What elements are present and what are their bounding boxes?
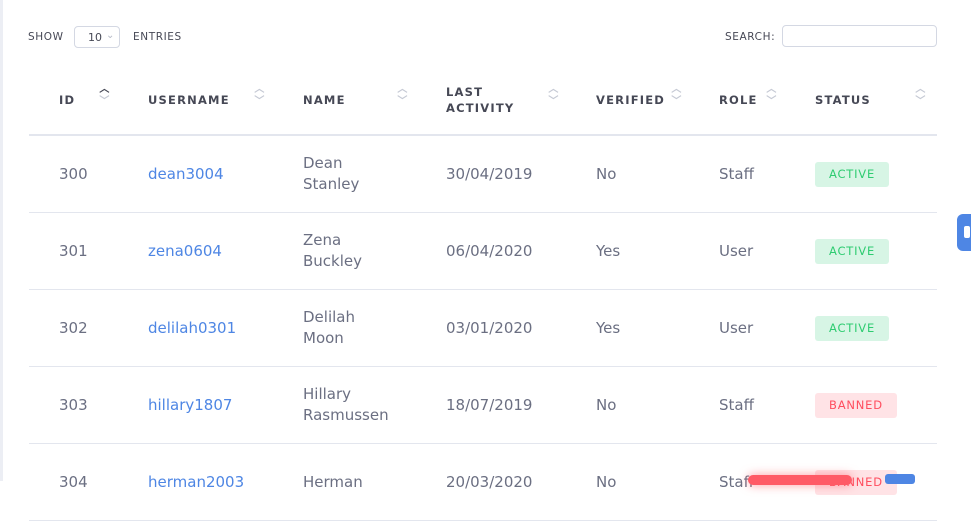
page-size-value: 10 xyxy=(88,31,102,44)
sort-icon: ︿ ﹀ xyxy=(254,84,266,107)
cell-name: Hillary Rasmussen xyxy=(273,366,416,444)
page-size-select[interactable]: 10 ⌄ xyxy=(74,26,120,48)
cell-status: ACTIVE xyxy=(785,212,937,290)
cell-verified: Yes xyxy=(566,289,689,367)
username-link[interactable]: herman2003 xyxy=(118,443,273,521)
sort-icon: ︿ ﹀ xyxy=(99,84,111,107)
cell-verified: No xyxy=(566,135,689,213)
column-header-username[interactable]: USERNAME ︿ ﹀ xyxy=(118,66,273,136)
username-link[interactable]: hillary1807 xyxy=(118,366,273,444)
table-row: 300 dean3004 Dean Stanley 30/04/2019 No S… xyxy=(29,135,937,213)
cell-id: 301 xyxy=(29,212,118,290)
column-label: ID xyxy=(59,93,76,107)
first-name: Herman xyxy=(303,472,363,491)
first-name: Hillary xyxy=(303,385,352,403)
cell-id: 304 xyxy=(29,443,118,521)
column-label: USERNAME xyxy=(148,93,230,107)
table-row: 302 delilah0301 Delilah Moon 03/01/2020 Y… xyxy=(29,289,937,367)
settings-icon xyxy=(964,226,970,238)
column-label: ROLE xyxy=(719,93,758,107)
cell-status: ACTIVE xyxy=(785,135,937,213)
column-label: STATUS xyxy=(815,93,871,107)
cell-name: Herman xyxy=(273,443,416,521)
search-input[interactable] xyxy=(782,25,937,47)
column-header-last-activity[interactable]: LAST ACTIVITY ︿ ﹀ xyxy=(416,66,566,136)
table-controls: SHOW 10 ⌄ ENTRIES SEARCH: xyxy=(28,25,937,50)
sort-icon: ︿ ﹀ xyxy=(915,84,927,107)
cell-name: Zena Buckley xyxy=(273,212,416,290)
first-name: Dean xyxy=(303,154,343,172)
cell-id: 302 xyxy=(29,289,118,367)
username-link[interactable]: zena0604 xyxy=(118,212,273,290)
last-name: Stanley xyxy=(303,175,360,193)
first-name: Zena xyxy=(303,231,342,249)
last-name: Buckley xyxy=(303,252,363,270)
sort-icon: ︿ ﹀ xyxy=(397,84,409,107)
first-name: Delilah xyxy=(303,308,355,326)
username-link[interactable]: delilah0301 xyxy=(118,289,273,367)
column-label-line1: LAST xyxy=(446,85,484,99)
cell-role: User xyxy=(689,212,785,290)
last-name: Moon xyxy=(303,329,344,347)
cell-last-activity: 03/01/2020 xyxy=(416,289,566,367)
column-label: VERIFIED xyxy=(596,93,666,107)
column-header-id[interactable]: ID ︿ ﹀ xyxy=(29,66,118,136)
cell-verified: No xyxy=(566,366,689,444)
cell-verified: Yes xyxy=(566,212,689,290)
cell-role: Staff xyxy=(689,135,785,213)
sort-icon: ︿ ﹀ xyxy=(671,84,683,107)
floating-action-button[interactable] xyxy=(885,474,915,484)
cell-last-activity: 06/04/2020 xyxy=(416,212,566,290)
chevron-down-icon: ⌄ xyxy=(106,30,115,41)
cell-status: ACTIVE xyxy=(785,289,937,367)
username-link[interactable]: dean3004 xyxy=(118,135,273,213)
cell-status: BANNED xyxy=(785,366,937,444)
cell-name: Dean Stanley xyxy=(273,135,416,213)
cell-id: 303 xyxy=(29,366,118,444)
side-panel-toggle[interactable] xyxy=(957,214,971,251)
status-badge: BANNED xyxy=(815,392,897,418)
last-name: Rasmussen xyxy=(303,406,389,424)
sort-icon: ︿ ﹀ xyxy=(548,84,560,107)
status-badge: ACTIVE xyxy=(815,315,890,341)
search-label: SEARCH: xyxy=(725,31,776,43)
page-left-border xyxy=(0,0,3,481)
column-header-status[interactable]: STATUS ︿ ﹀ xyxy=(785,66,937,136)
column-header-verified[interactable]: VERIFIED ︿ ﹀ xyxy=(566,66,689,136)
column-header-role[interactable]: ROLE ︿ ﹀ xyxy=(689,66,785,136)
cell-verified: No xyxy=(566,443,689,521)
cell-role: User xyxy=(689,289,785,367)
cell-last-activity: 18/07/2019 xyxy=(416,366,566,444)
status-badge: ACTIVE xyxy=(815,161,890,187)
table-header-row: ID ︿ ﹀ USERNAME ︿ ﹀ NAME ︿ ﹀ LAST ACTIVITY … xyxy=(29,66,937,136)
cell-last-activity: 30/04/2019 xyxy=(416,135,566,213)
status-badge: ACTIVE xyxy=(815,238,890,264)
entries-label: ENTRIES xyxy=(133,31,182,43)
cell-id: 300 xyxy=(29,135,118,213)
floating-action-glow xyxy=(748,475,852,485)
cell-name: Delilah Moon xyxy=(273,289,416,367)
show-label: SHOW xyxy=(28,31,64,43)
cell-role: Staff xyxy=(689,366,785,444)
sort-icon: ︿ ﹀ xyxy=(766,84,778,107)
users-table: ID ︿ ﹀ USERNAME ︿ ﹀ NAME ︿ ﹀ LAST ACTIVITY … xyxy=(29,66,937,521)
cell-last-activity: 20/03/2020 xyxy=(416,443,566,521)
column-label-line2: ACTIVITY xyxy=(446,101,515,115)
column-label: NAME xyxy=(303,93,346,107)
column-header-name[interactable]: NAME ︿ ﹀ xyxy=(273,66,416,136)
table-row: 301 zena0604 Zena Buckley 06/04/2020 Yes … xyxy=(29,212,937,290)
table-row: 303 hillary1807 Hillary Rasmussen 18/07/2… xyxy=(29,366,937,444)
